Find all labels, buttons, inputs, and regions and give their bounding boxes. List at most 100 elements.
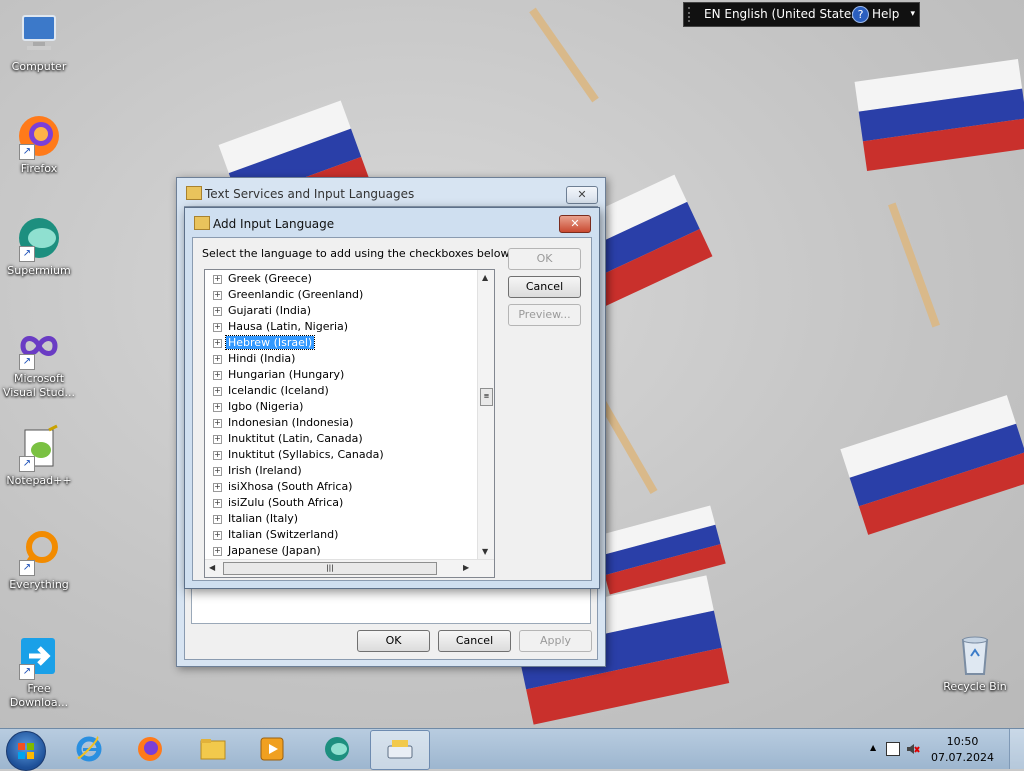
language-bar[interactable]: EN English (United States) ? Help ▾ <box>683 2 920 27</box>
scrollbar-thumb[interactable]: ≡ <box>480 388 493 406</box>
language-item[interactable]: + Igbo (Nigeria) <box>213 399 305 415</box>
language-item[interactable]: + Hungarian (Hungary) <box>213 367 346 383</box>
vertical-scrollbar[interactable]: ▲ ≡ ▼ <box>477 270 494 559</box>
language-item[interactable]: + Greenlandic (Greenland) <box>213 287 365 303</box>
volume-muted-icon[interactable] <box>906 742 920 754</box>
language-item[interactable]: + Inuktitut (Syllabics, Canada) <box>213 447 386 463</box>
expand-icon[interactable]: + <box>213 307 222 316</box>
language-item[interactable]: + Irish (Ireland) <box>213 463 304 479</box>
show-desktop-button[interactable] <box>1009 729 1024 769</box>
taskbar-supermium[interactable] <box>308 730 366 768</box>
taskbar-keyboard-settings[interactable] <box>370 730 430 770</box>
desktop-icon-visual-studio[interactable]: ↗ Microsoft Visual Stud... <box>1 322 77 400</box>
taskbar: ▲ 10:50 07.07.2024 <box>0 728 1024 771</box>
language-bar-options-icon[interactable]: ▾ <box>910 3 915 26</box>
desktop-icon-supermium[interactable]: ↗ Supermium <box>1 214 77 278</box>
desktop-icon-label: Firefox <box>20 162 58 175</box>
desktop-icon-firefox[interactable]: ↗ Firefox <box>1 112 77 176</box>
expand-icon[interactable]: + <box>213 339 222 348</box>
desktop-icon-free-download-manager[interactable]: ↗ Free Downloa... <box>1 632 77 710</box>
clock[interactable]: 10:50 07.07.2024 <box>931 734 994 766</box>
expand-icon[interactable]: + <box>213 371 222 380</box>
language-label: Japanese (Japan) <box>228 544 321 557</box>
language-label: Italian (Switzerland) <box>228 528 339 541</box>
expand-icon[interactable]: + <box>213 387 222 396</box>
shortcut-arrow-icon: ↗ <box>19 246 35 262</box>
language-item[interactable]: + Inuktitut (Latin, Canada) <box>213 431 365 447</box>
taskbar-media-player[interactable] <box>243 730 301 768</box>
action-center-icon[interactable] <box>886 742 900 756</box>
language-bar-help-button[interactable]: ? Help <box>852 3 899 26</box>
desktop-icon-label: Computer <box>11 60 67 73</box>
language-label: Italian (Italy) <box>228 512 299 525</box>
ok-button[interactable]: OK <box>357 630 430 652</box>
help-label: Help <box>872 7 900 21</box>
apply-button[interactable]: Apply <box>519 630 592 652</box>
expand-icon[interactable]: + <box>213 467 222 476</box>
expand-icon[interactable]: + <box>213 435 222 444</box>
everything-icon: ↗ <box>15 528 63 576</box>
horizontal-scrollbar[interactable]: ◀ ||| ▶ <box>205 559 494 577</box>
expand-icon[interactable]: + <box>213 291 222 300</box>
close-button[interactable]: ✕ <box>559 215 591 233</box>
visual-studio-icon: ↗ <box>15 322 63 370</box>
expand-icon[interactable]: + <box>213 355 222 364</box>
language-label: Icelandic (Iceland) <box>228 384 329 397</box>
shortcut-arrow-icon: ↗ <box>19 664 35 680</box>
taskbar-file-explorer[interactable] <box>184 730 242 768</box>
preview-button[interactable]: Preview... <box>508 304 581 326</box>
scroll-up-icon[interactable]: ▲ <box>482 273 488 282</box>
taskbar-firefox[interactable] <box>121 730 179 768</box>
language-item[interactable]: + Hausa (Latin, Nigeria) <box>213 319 350 335</box>
ok-button[interactable]: OK <box>508 248 581 270</box>
language-item[interactable]: + Hebrew (Israel) <box>213 335 316 351</box>
desktop-icon-label: Supermium <box>7 264 71 277</box>
desktop-icon-recycle-bin[interactable]: Recycle Bin <box>937 630 1013 694</box>
desktop-icon-computer[interactable]: Computer <box>1 10 77 74</box>
expand-icon[interactable]: + <box>213 451 222 460</box>
language-item[interactable]: + Greek (Greece) <box>213 271 314 287</box>
language-item[interactable]: + Italian (Italy) <box>213 511 300 527</box>
scrollbar-thumb[interactable]: ||| <box>223 562 437 575</box>
shortcut-arrow-icon: ↗ <box>19 144 35 160</box>
scroll-left-icon[interactable]: ◀ <box>209 563 215 572</box>
language-item[interactable]: + Indonesian (Indonesia) <box>213 415 355 431</box>
language-item[interactable]: + isiZulu (South Africa) <box>213 495 345 511</box>
expand-icon[interactable]: + <box>213 547 222 556</box>
scroll-down-icon[interactable]: ▼ <box>482 547 488 556</box>
installed-services-list[interactable] <box>191 587 591 624</box>
input-language-indicator[interactable]: EN English (United States) <box>704 3 862 26</box>
free-download-manager-icon: ↗ <box>15 632 63 680</box>
language-label: Hausa (Latin, Nigeria) <box>228 320 349 333</box>
clock-time: 10:50 <box>946 735 979 748</box>
start-button[interactable] <box>6 731 46 771</box>
expand-icon[interactable]: + <box>213 275 222 284</box>
expand-icon[interactable]: + <box>213 483 222 492</box>
language-tree[interactable]: + Japanese (Japan) + Italian (Switzerland) +… <box>204 269 495 578</box>
language-item[interactable]: + Hindi (India) <box>213 351 297 367</box>
language-item[interactable]: + Japanese (Japan) <box>213 543 323 559</box>
expand-icon[interactable]: + <box>213 531 222 540</box>
desktop-icon-notepadpp[interactable]: ↗ Notepad++ <box>1 424 77 488</box>
expand-icon[interactable]: + <box>213 515 222 524</box>
desktop-icon-everything[interactable]: ↗ Everything <box>1 528 77 592</box>
scroll-right-icon[interactable]: ▶ <box>463 563 469 572</box>
cancel-button[interactable]: Cancel <box>508 276 581 298</box>
expand-icon[interactable]: + <box>213 403 222 412</box>
language-item[interactable]: + Italian (Switzerland) <box>213 527 340 543</box>
language-item[interactable]: + Gujarati (India) <box>213 303 313 319</box>
expand-icon[interactable]: + <box>213 499 222 508</box>
dialog-title: Text Services and Input Languages <box>205 187 415 201</box>
expand-icon[interactable]: + <box>213 419 222 428</box>
language-item[interactable]: + Icelandic (Iceland) <box>213 383 331 399</box>
close-button[interactable]: ✕ <box>566 186 598 204</box>
keyboard-icon <box>194 216 210 230</box>
taskbar-internet-explorer[interactable] <box>60 730 118 768</box>
cancel-button[interactable]: Cancel <box>438 630 511 652</box>
language-item[interactable]: + isiXhosa (South Africa) <box>213 479 354 495</box>
expand-icon[interactable]: + <box>213 323 222 332</box>
drag-grip-icon[interactable] <box>688 7 698 22</box>
language-label: Greek (Greece) <box>228 272 312 285</box>
show-hidden-icons-icon[interactable]: ▲ <box>870 743 876 752</box>
wallpaper-flag <box>840 395 1024 535</box>
